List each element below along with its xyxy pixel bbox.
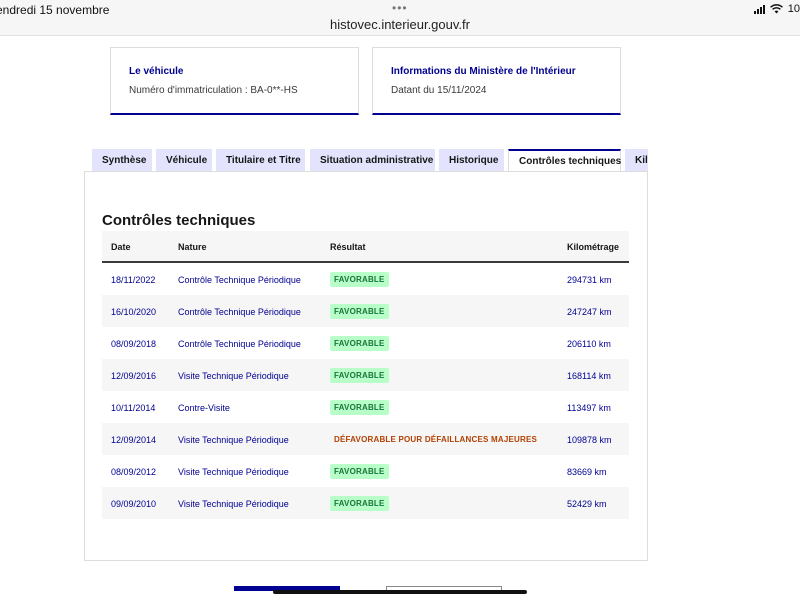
column-date: Date bbox=[111, 242, 131, 252]
column-nature: Nature bbox=[178, 242, 207, 252]
result-badge: FAVORABLE bbox=[330, 272, 389, 287]
table-row: 16/10/2020 Contrôle Technique Périodique… bbox=[102, 295, 629, 327]
table-row: 18/11/2022 Contrôle Technique Périodique… bbox=[102, 263, 629, 295]
tab-list: Synthèse Véhicule Titulaire et Titre Sit… bbox=[92, 149, 648, 172]
table-row: 08/09/2018 Contrôle Technique Périodique… bbox=[102, 327, 629, 359]
controles-table: Date Nature Résultat Kilométrage 18/11/2… bbox=[102, 231, 629, 519]
row-result: FAVORABLE bbox=[330, 464, 389, 479]
row-result: FAVORABLE bbox=[330, 368, 389, 383]
row-nature: Contrôle Technique Périodique bbox=[178, 339, 301, 349]
more-dots-icon[interactable]: ••• bbox=[392, 2, 408, 14]
vehicle-card: Le véhicule Numéro d'immatriculation : B… bbox=[110, 47, 359, 115]
row-km: 52429 km bbox=[567, 499, 607, 509]
row-result: FAVORABLE bbox=[330, 336, 389, 351]
row-result: DÉFAVORABLE POUR DÉFAILLANCES MAJEURES bbox=[330, 432, 541, 447]
home-indicator bbox=[273, 590, 527, 594]
row-km: 109878 km bbox=[567, 435, 612, 445]
result-badge: FAVORABLE bbox=[330, 496, 389, 511]
row-km: 294731 km bbox=[567, 275, 612, 285]
result-badge: FAVORABLE bbox=[330, 400, 389, 415]
tab-kilometrage[interactable]: Kilo bbox=[625, 149, 648, 172]
column-result: Résultat bbox=[330, 242, 366, 252]
row-date: 18/11/2022 bbox=[111, 275, 156, 285]
result-badge: FAVORABLE bbox=[330, 368, 389, 383]
status-date: endredi 15 novembre bbox=[0, 3, 110, 17]
ministry-card: Informations du Ministère de l'Intérieur… bbox=[372, 47, 621, 115]
row-result: FAVORABLE bbox=[330, 496, 389, 511]
tab-situation-administrative[interactable]: Situation administrative bbox=[310, 149, 435, 172]
registration-number: Numéro d'immatriculation : BA-0**-HS bbox=[129, 85, 298, 96]
vehicle-card-title: Le véhicule bbox=[129, 66, 184, 77]
row-nature: Contrôle Technique Périodique bbox=[178, 307, 301, 317]
tab-historique[interactable]: Historique bbox=[439, 149, 504, 172]
row-nature: Visite Technique Périodique bbox=[178, 435, 289, 445]
row-date: 10/11/2014 bbox=[111, 403, 156, 413]
tab-synthese[interactable]: Synthèse bbox=[92, 149, 152, 172]
row-km: 168114 km bbox=[567, 371, 611, 381]
tab-controles-techniques[interactable]: Contrôles techniques bbox=[508, 149, 621, 172]
section-title: Contrôles techniques bbox=[102, 212, 256, 229]
row-date: 12/09/2016 bbox=[111, 371, 157, 381]
row-nature: Visite Technique Périodique bbox=[178, 371, 289, 381]
battery-level: 10 bbox=[787, 3, 800, 15]
ministry-card-title: Informations du Ministère de l'Intérieur bbox=[391, 66, 576, 77]
row-date: 12/09/2014 bbox=[111, 435, 157, 445]
table-row: 12/09/2014 Visite Technique Périodique D… bbox=[102, 423, 629, 455]
browser-status-bar: endredi 15 novembre ••• histovec.interie… bbox=[0, 0, 800, 36]
row-km: 206110 km bbox=[567, 339, 611, 349]
address-bar-url[interactable]: histovec.interieur.gouv.fr bbox=[0, 17, 800, 32]
table-row: 12/09/2016 Visite Technique Périodique F… bbox=[102, 359, 629, 391]
row-result: FAVORABLE bbox=[330, 272, 389, 287]
column-km: Kilométrage bbox=[567, 242, 620, 252]
result-badge-defavorable: DÉFAVORABLE POUR DÉFAILLANCES MAJEURES bbox=[334, 435, 538, 444]
data-date: Datant du 15/11/2024 bbox=[391, 85, 487, 96]
row-km: 113497 km bbox=[567, 403, 611, 413]
table-row: 08/09/2012 Visite Technique Périodique F… bbox=[102, 455, 629, 487]
row-date: 08/09/2012 bbox=[111, 467, 157, 477]
row-nature: Contrôle Technique Périodique bbox=[178, 275, 301, 285]
wifi-icon bbox=[769, 4, 783, 14]
table-row: 10/11/2014 Contre-Visite FAVORABLE 11349… bbox=[102, 391, 629, 423]
tab-vehicule[interactable]: Véhicule bbox=[156, 149, 212, 172]
result-badge: FAVORABLE bbox=[330, 336, 389, 351]
row-date: 16/10/2020 bbox=[111, 307, 157, 317]
row-result: FAVORABLE bbox=[330, 304, 389, 319]
result-badge: FAVORABLE bbox=[330, 464, 389, 479]
table-row: 09/09/2010 Visite Technique Périodique F… bbox=[102, 487, 629, 519]
row-km: 83669 km bbox=[567, 467, 607, 477]
table-body: 18/11/2022 Contrôle Technique Périodique… bbox=[102, 263, 629, 519]
row-nature: Visite Technique Périodique bbox=[178, 499, 289, 509]
row-date: 09/09/2010 bbox=[111, 499, 157, 509]
result-badge: FAVORABLE bbox=[330, 304, 389, 319]
row-result: FAVORABLE bbox=[330, 400, 389, 415]
row-nature: Visite Technique Périodique bbox=[178, 467, 289, 477]
row-km: 247247 km bbox=[567, 307, 612, 317]
row-date: 08/09/2018 bbox=[111, 339, 157, 349]
row-nature: Contre-Visite bbox=[178, 403, 230, 413]
table-header: Date Nature Résultat Kilométrage bbox=[102, 231, 629, 263]
tab-titulaire[interactable]: Titulaire et Titre bbox=[216, 149, 305, 172]
system-icons: 10 bbox=[753, 3, 800, 15]
signal-icon bbox=[753, 4, 765, 14]
